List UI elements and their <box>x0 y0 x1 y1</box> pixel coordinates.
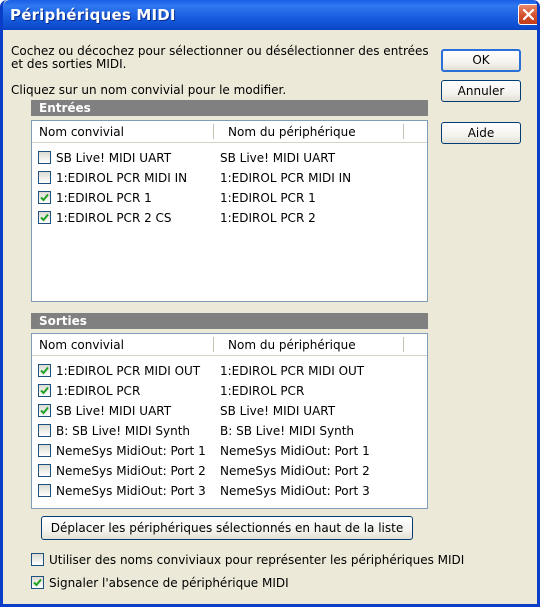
column-divider[interactable] <box>403 337 404 352</box>
list-item-checkbox[interactable] <box>38 484 51 497</box>
column-divider[interactable] <box>213 337 214 352</box>
list-item[interactable]: 1:EDIROL PCR 2 CS 1:EDIROL PCR 2 <box>32 208 427 228</box>
list-item[interactable]: 1:EDIROL PCR 1:EDIROL PCR <box>32 381 427 401</box>
column-header-device-name[interactable]: Nom du périphérique <box>228 338 356 352</box>
ok-button-label: OK <box>472 53 490 67</box>
inputs-section-header: Entrées <box>31 100 428 116</box>
midi-devices-dialog: Périphériques MIDI Cochez ou décochez po… <box>0 0 540 607</box>
checkmark-icon <box>40 386 49 395</box>
list-item[interactable]: 1:EDIROL PCR MIDI IN 1:EDIROL PCR MIDI IN <box>32 168 427 188</box>
column-divider[interactable] <box>213 124 214 139</box>
instruction-line-3: Cliquez sur un nom convivial pour le mod… <box>11 83 287 97</box>
list-item[interactable]: NemeSys MidiOut: Port 1 NemeSys MidiOut: … <box>32 441 427 461</box>
device-name-cell: SB Live! MIDI UART <box>220 404 336 418</box>
list-item-checkbox[interactable] <box>38 211 51 224</box>
list-item[interactable]: 1:EDIROL PCR 1 1:EDIROL PCR 1 <box>32 188 427 208</box>
column-divider[interactable] <box>403 124 404 139</box>
list-item[interactable]: SB Live! MIDI UART SB Live! MIDI UART <box>32 148 427 168</box>
list-item[interactable]: 1:EDIROL PCR MIDI OUT 1:EDIROL PCR MIDI O… <box>32 361 427 381</box>
ok-button[interactable]: OK <box>441 49 521 72</box>
move-selected-to-top-button[interactable]: Déplacer les périphériques sélectionnés … <box>41 516 413 540</box>
checkmark-icon <box>40 213 49 222</box>
help-button[interactable]: Aide <box>441 122 521 144</box>
use-friendly-names-checkbox[interactable] <box>31 553 44 566</box>
move-selected-label: Déplacer les périphériques sélectionnés … <box>50 521 404 535</box>
list-item-checkbox[interactable] <box>38 364 51 377</box>
cancel-button-label: Annuler <box>457 84 505 98</box>
outputs-list[interactable]: Nom convivial Nom du périphérique 1:EDIR… <box>31 333 428 509</box>
device-name-cell: NemeSys MidiOut: Port 2 <box>220 464 370 478</box>
device-name-cell: 1:EDIROL PCR 1 <box>220 191 316 205</box>
list-item-checkbox[interactable] <box>38 464 51 477</box>
list-item-checkbox[interactable] <box>38 151 51 164</box>
checkmark-icon <box>40 366 49 375</box>
list-item-checkbox[interactable] <box>38 191 51 204</box>
cancel-button[interactable]: Annuler <box>441 80 521 102</box>
friendly-name-cell[interactable]: NemeSys MidiOut: Port 3 <box>56 484 206 498</box>
column-header-friendly-name[interactable]: Nom convivial <box>39 338 124 352</box>
checkmark-icon <box>40 406 49 415</box>
outputs-section-header: Sorties <box>31 313 428 329</box>
use-friendly-names-label[interactable]: Utiliser des noms conviviaux pour représ… <box>49 553 464 567</box>
title-bar[interactable]: Périphériques MIDI <box>3 0 537 30</box>
friendly-name-cell[interactable]: NemeSys MidiOut: Port 1 <box>56 444 206 458</box>
friendly-name-cell[interactable]: NemeSys MidiOut: Port 2 <box>56 464 206 478</box>
signal-absence-checkbox[interactable] <box>31 576 44 589</box>
list-item-checkbox[interactable] <box>38 444 51 457</box>
device-name-cell: 1:EDIROL PCR MIDI OUT <box>220 364 365 378</box>
list-item-checkbox[interactable] <box>38 404 51 417</box>
device-name-cell: 1:EDIROL PCR <box>220 384 305 398</box>
friendly-name-cell[interactable]: 1:EDIROL PCR 2 CS <box>56 211 172 225</box>
checkmark-icon <box>33 578 42 587</box>
inputs-list[interactable]: Nom convivial Nom du périphérique SB Liv… <box>31 120 428 302</box>
column-header-friendly-name[interactable]: Nom convivial <box>39 125 124 139</box>
inputs-list-header: Nom convivial Nom du périphérique <box>32 121 427 143</box>
device-name-cell: 1:EDIROL PCR 2 <box>220 211 316 225</box>
instruction-line-2: et des sorties MIDI. <box>11 57 127 71</box>
friendly-name-cell[interactable]: SB Live! MIDI UART <box>56 151 171 165</box>
use-friendly-names-option[interactable]: Utiliser des noms conviviaux pour représ… <box>31 551 531 569</box>
friendly-name-cell[interactable]: B: SB Live! MIDI Synth <box>56 424 190 438</box>
help-button-label: Aide <box>467 126 495 140</box>
checkmark-icon <box>40 193 49 202</box>
list-item[interactable]: SB Live! MIDI UART SB Live! MIDI UART <box>32 401 427 421</box>
device-name-cell: NemeSys MidiOut: Port 1 <box>220 444 370 458</box>
signal-absence-option[interactable]: Signaler l'absence de périphérique MIDI <box>31 574 431 592</box>
device-name-cell: 1:EDIROL PCR MIDI IN <box>220 171 352 185</box>
list-item[interactable]: NemeSys MidiOut: Port 2 NemeSys MidiOut: … <box>32 461 427 481</box>
list-item-checkbox[interactable] <box>38 424 51 437</box>
signal-absence-label[interactable]: Signaler l'absence de périphérique MIDI <box>49 576 289 590</box>
friendly-name-cell[interactable]: 1:EDIROL PCR 1 <box>56 191 152 205</box>
device-name-cell: SB Live! MIDI UART <box>220 151 336 165</box>
column-header-device-name[interactable]: Nom du périphérique <box>228 125 356 139</box>
list-item[interactable]: NemeSys MidiOut: Port 3 NemeSys MidiOut: … <box>32 481 427 501</box>
dialog-body: Cochez ou décochez pour sélectionner ou … <box>3 30 537 604</box>
friendly-name-cell[interactable]: 1:EDIROL PCR MIDI IN <box>56 171 187 185</box>
friendly-name-cell[interactable]: 1:EDIROL PCR <box>56 384 140 398</box>
list-item[interactable]: B: SB Live! MIDI Synth B: SB Live! MIDI S… <box>32 421 427 441</box>
list-item-checkbox[interactable] <box>38 384 51 397</box>
close-icon <box>523 9 534 20</box>
friendly-name-cell[interactable]: 1:EDIROL PCR MIDI OUT <box>56 364 200 378</box>
device-name-cell: NemeSys MidiOut: Port 3 <box>220 484 370 498</box>
device-name-cell: B: SB Live! MIDI Synth <box>220 424 355 438</box>
close-button[interactable] <box>518 4 537 25</box>
outputs-list-header: Nom convivial Nom du périphérique <box>32 334 427 356</box>
list-item-checkbox[interactable] <box>38 171 51 184</box>
friendly-name-cell[interactable]: SB Live! MIDI UART <box>56 404 171 418</box>
window-title: Périphériques MIDI <box>10 6 176 24</box>
